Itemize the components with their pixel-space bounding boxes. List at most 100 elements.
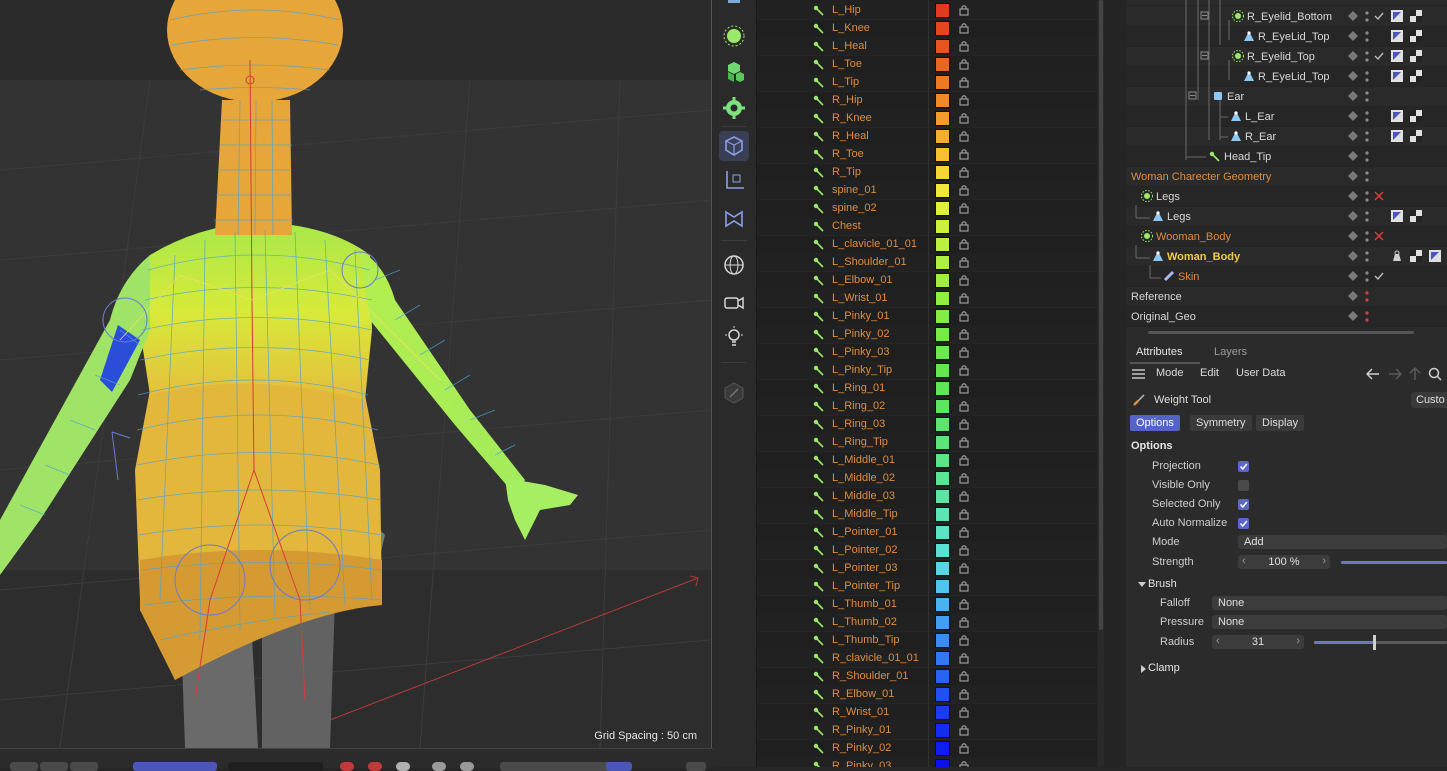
- joint-row[interactable]: L_Pinky_02: [757, 325, 1097, 344]
- lock-icon[interactable]: [958, 166, 970, 178]
- joint-color-swatch[interactable]: [935, 183, 950, 198]
- object-row[interactable]: Skin: [1126, 267, 1447, 287]
- material-tag-icon[interactable]: [1410, 210, 1422, 222]
- lock-icon[interactable]: [958, 616, 970, 628]
- joint-row[interactable]: L_Ring_02: [757, 397, 1097, 416]
- joint-row[interactable]: R_Hip: [757, 91, 1097, 110]
- joint-row[interactable]: spine_02: [757, 199, 1097, 218]
- visibility-dots-icon[interactable]: [1365, 170, 1369, 183]
- joint-row[interactable]: L_Thumb_Tip: [757, 631, 1097, 650]
- joint-color-swatch[interactable]: [935, 219, 950, 234]
- joint-row[interactable]: R_Elbow_01: [757, 685, 1097, 704]
- projection-checkbox[interactable]: [1238, 461, 1249, 472]
- visibility-dots-icon[interactable]: [1365, 130, 1369, 143]
- joint-color-swatch[interactable]: [935, 273, 950, 288]
- visible-only-checkbox[interactable]: [1238, 480, 1249, 491]
- object-row[interactable]: Legs: [1126, 187, 1447, 207]
- layer-diamond-icon[interactable]: [1348, 51, 1358, 61]
- pressure-dropdown[interactable]: None: [1212, 615, 1447, 629]
- lock-icon[interactable]: [958, 274, 970, 286]
- object-row[interactable]: R_Eyelid_Bottom: [1126, 7, 1447, 27]
- brush-tool-icon[interactable]: [719, 378, 749, 408]
- lock-icon[interactable]: [958, 40, 970, 52]
- joint-row[interactable]: R_Tip: [757, 163, 1097, 182]
- joint-row[interactable]: L_Middle_03: [757, 487, 1097, 506]
- radius-slider-handle[interactable]: [1372, 635, 1376, 650]
- 3d-viewport[interactable]: Grid Spacing : 50 cm: [0, 0, 712, 748]
- visibility-dots-icon[interactable]: [1365, 30, 1369, 43]
- object-row[interactable]: Head_Tip: [1126, 147, 1447, 167]
- joint-color-swatch[interactable]: [935, 597, 950, 612]
- lock-icon[interactable]: [958, 256, 970, 268]
- joint-row[interactable]: L_Pointer_03: [757, 559, 1097, 578]
- axis-deformer-icon[interactable]: [719, 165, 749, 195]
- joint-row[interactable]: R_clavicle_01_01: [757, 649, 1097, 668]
- falloff-dropdown[interactable]: None: [1212, 596, 1447, 610]
- lock-icon[interactable]: [958, 328, 970, 340]
- visibility-dots-icon[interactable]: [1365, 50, 1369, 63]
- layer-diamond-icon[interactable]: [1348, 171, 1358, 181]
- joint-row[interactable]: R_Pinky_01: [757, 721, 1097, 740]
- material-tag-icon[interactable]: [1410, 70, 1422, 82]
- joint-color-swatch[interactable]: [935, 705, 950, 720]
- object-row[interactable]: Legs: [1126, 207, 1447, 227]
- lock-icon[interactable]: [958, 652, 970, 664]
- joint-color-swatch[interactable]: [935, 93, 950, 108]
- lock-icon[interactable]: [958, 382, 970, 394]
- layer-diamond-icon[interactable]: [1348, 251, 1358, 261]
- visibility-dots-icon[interactable]: [1365, 210, 1369, 223]
- lock-icon[interactable]: [958, 472, 970, 484]
- joint-color-swatch[interactable]: [935, 3, 950, 18]
- visibility-dots-icon[interactable]: [1365, 150, 1369, 163]
- mode-dropdown[interactable]: Add: [1238, 535, 1447, 549]
- joint-color-swatch[interactable]: [935, 147, 950, 162]
- material-tag-icon[interactable]: [1410, 250, 1422, 262]
- phong-tag-icon[interactable]: [1391, 70, 1403, 82]
- object-row[interactable]: Original_Geo: [1126, 307, 1447, 327]
- joint-color-swatch[interactable]: [935, 381, 950, 396]
- joint-color-swatch[interactable]: [935, 471, 950, 486]
- menu-user-data[interactable]: User Data: [1236, 367, 1286, 379]
- material-tag-icon[interactable]: [1410, 110, 1422, 122]
- layer-diamond-icon[interactable]: [1348, 71, 1358, 81]
- joint-row[interactable]: L_Pinky_03: [757, 343, 1097, 362]
- lock-icon[interactable]: [958, 454, 970, 466]
- lock-icon[interactable]: [958, 58, 970, 70]
- joint-row[interactable]: R_Heal: [757, 127, 1097, 146]
- joint-row[interactable]: L_Middle_Tip: [757, 505, 1097, 524]
- forward-arrow-icon[interactable]: [1388, 368, 1403, 383]
- joint-color-swatch[interactable]: [935, 687, 950, 702]
- joint-color-swatch[interactable]: [935, 759, 950, 767]
- object-row[interactable]: R_EyeLid_Top: [1126, 67, 1447, 87]
- object-row[interactable]: R_Eyelid_Top: [1126, 47, 1447, 67]
- camera-icon[interactable]: [719, 287, 749, 317]
- layer-diamond-icon[interactable]: [1348, 191, 1358, 201]
- joint-color-swatch[interactable]: [935, 291, 950, 306]
- brush-group-header[interactable]: Brush: [1148, 578, 1177, 590]
- joint-color-swatch[interactable]: [935, 399, 950, 414]
- joint-color-swatch[interactable]: [935, 75, 950, 90]
- joint-color-swatch[interactable]: [935, 57, 950, 72]
- object-row[interactable]: Ear: [1126, 87, 1447, 107]
- joint-color-swatch[interactable]: [935, 39, 950, 54]
- joint-color-swatch[interactable]: [935, 237, 950, 252]
- expand-arrow-icon[interactable]: [1140, 664, 1148, 676]
- disabled-x-icon[interactable]: [1374, 231, 1384, 241]
- phong-tag-icon[interactable]: [1391, 210, 1403, 222]
- strength-field[interactable]: ‹ 100 % ›: [1238, 555, 1330, 569]
- joint-row[interactable]: L_Toe: [757, 55, 1097, 74]
- partial-tool-icon[interactable]: [719, 0, 749, 6]
- joint-row[interactable]: L_Ring_Tip: [757, 433, 1097, 452]
- back-arrow-icon[interactable]: [1365, 368, 1380, 383]
- up-arrow-icon[interactable]: [1409, 366, 1421, 384]
- joint-row[interactable]: L_Wrist_01: [757, 289, 1097, 308]
- joint-color-swatch[interactable]: [935, 417, 950, 432]
- light-bulb-icon[interactable]: [719, 322, 749, 352]
- material-tag-icon[interactable]: [1410, 130, 1422, 142]
- enabled-check-icon[interactable]: [1374, 271, 1384, 281]
- selected-only-checkbox[interactable]: [1238, 499, 1249, 510]
- joint-color-swatch[interactable]: [935, 651, 950, 666]
- lock-icon[interactable]: [958, 598, 970, 610]
- layer-diamond-icon[interactable]: [1348, 231, 1358, 241]
- joint-color-swatch[interactable]: [935, 489, 950, 504]
